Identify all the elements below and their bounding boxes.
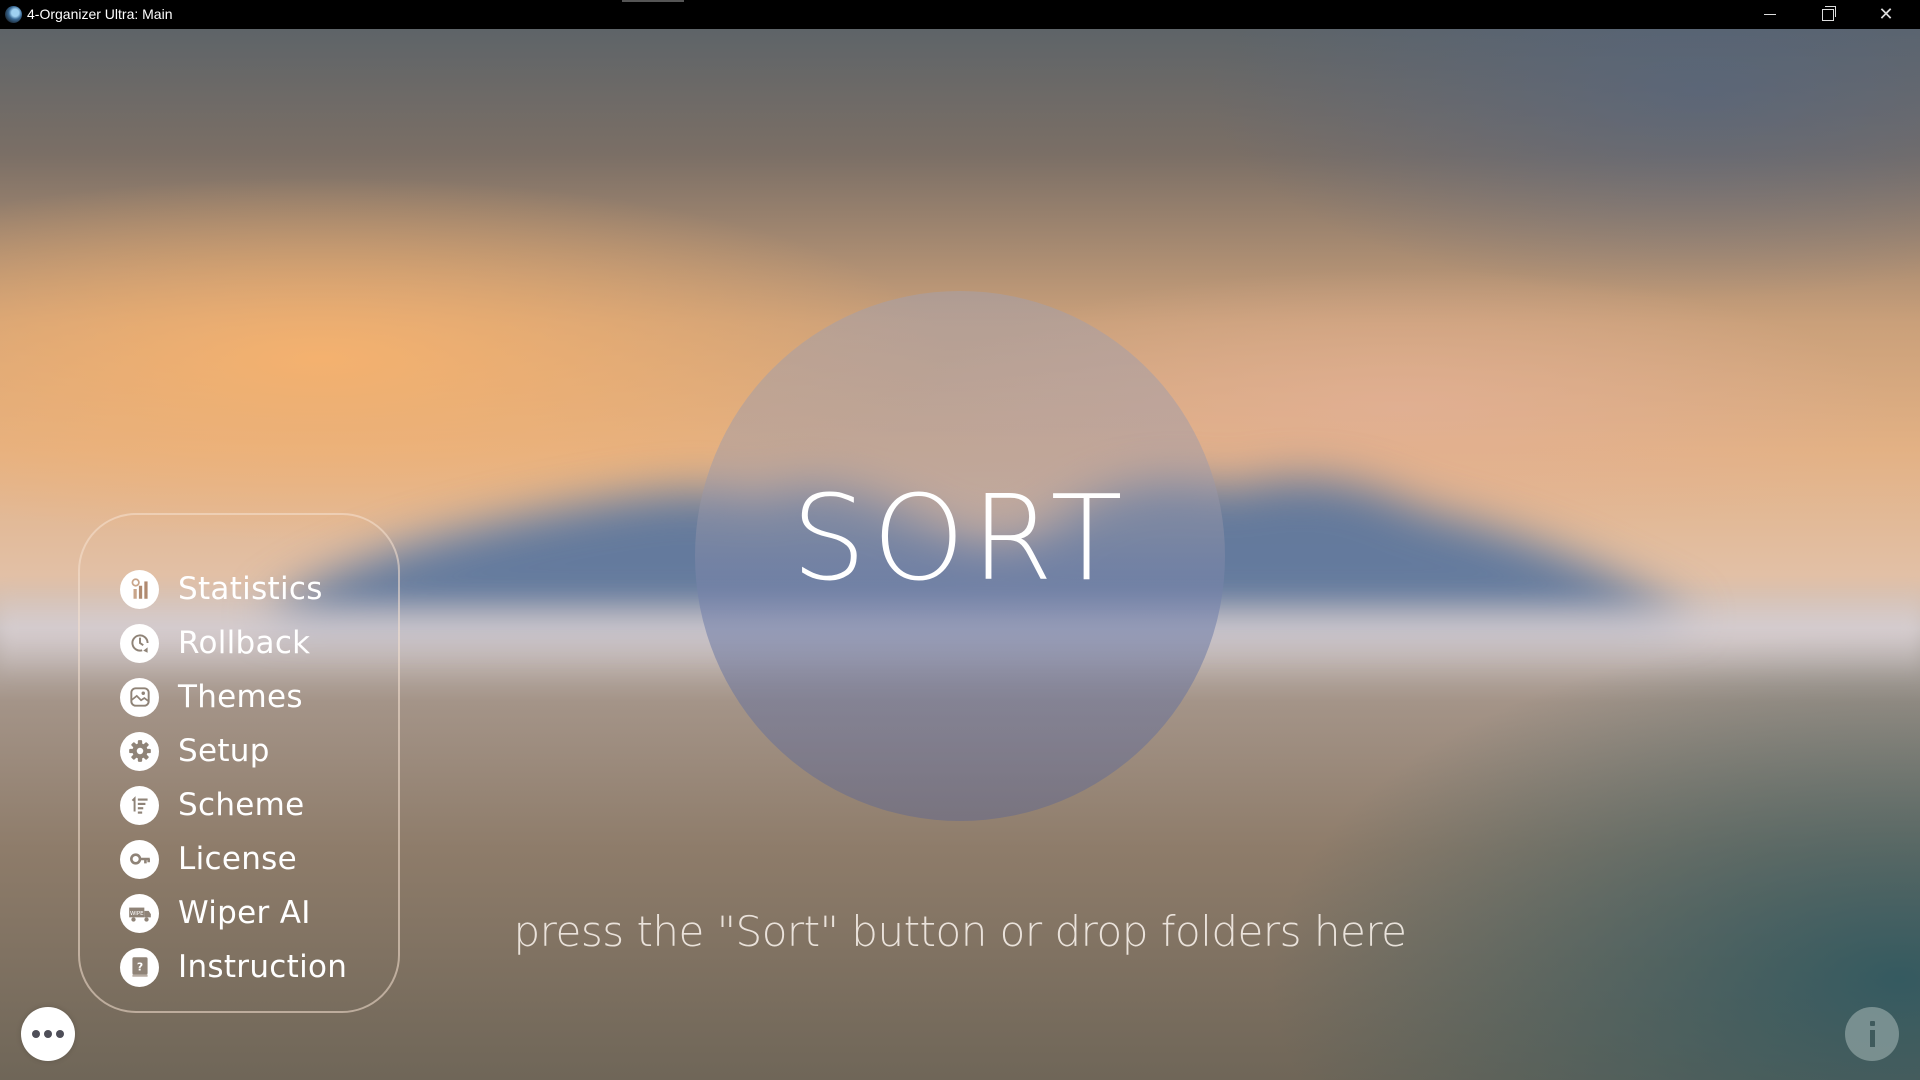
help-book-icon: ? <box>120 947 159 987</box>
rollback-clock-icon <box>120 623 159 663</box>
menu-item-scheme[interactable]: Scheme <box>120 783 305 827</box>
info-icon <box>1870 1021 1875 1026</box>
close-icon: ✕ <box>1878 3 1894 25</box>
menu-item-license[interactable]: License <box>120 837 297 881</box>
info-icon-stem <box>1870 1030 1875 1047</box>
svg-text:?: ? <box>136 960 142 973</box>
sort-button[interactable]: SORT <box>695 291 1225 821</box>
numbered-list-icon <box>120 785 159 825</box>
title-bar: 4-Organizer Ultra: Main ✕ <box>0 0 1920 29</box>
more-dots-icon <box>44 1030 52 1038</box>
info-button[interactable] <box>1845 1007 1899 1061</box>
more-dots-icon <box>32 1030 40 1038</box>
menu-item-setup[interactable]: Setup <box>120 729 270 773</box>
menu-item-label: Setup <box>178 733 270 769</box>
restore-icon <box>1822 5 1836 21</box>
minimize-button[interactable] <box>1741 0 1799 29</box>
menu-item-label: Instruction <box>178 949 348 985</box>
gear-icon <box>120 731 159 771</box>
drag-handle <box>622 0 684 2</box>
image-icon <box>120 677 159 717</box>
menu-item-themes[interactable]: Themes <box>120 675 303 719</box>
svg-text:WIPE: WIPE <box>129 911 143 917</box>
restore-button[interactable] <box>1799 0 1857 29</box>
side-menu: Statistics Rollback Themes Setup Scheme <box>78 513 400 1013</box>
app-logo-icon <box>5 6 22 23</box>
window-title: 4-Organizer Ultra: Main <box>27 6 173 22</box>
more-dots-icon <box>56 1030 64 1038</box>
menu-item-statistics[interactable]: Statistics <box>120 567 323 611</box>
menu-item-label: Rollback <box>178 625 311 661</box>
wipe-truck-icon: WIPE <box>120 893 159 933</box>
menu-item-rollback[interactable]: Rollback <box>120 621 310 665</box>
menu-item-label: Themes <box>178 679 303 715</box>
main-area[interactable]: SORT press the "Sort" button or drop fol… <box>0 29 1920 1080</box>
minimize-icon <box>1764 14 1776 15</box>
menu-item-label: Statistics <box>178 571 323 607</box>
bar-chart-icon <box>120 569 159 609</box>
menu-item-label: Wiper AI <box>178 895 311 931</box>
more-button[interactable] <box>21 1007 75 1061</box>
menu-item-label: Scheme <box>178 787 305 823</box>
close-button[interactable]: ✕ <box>1857 0 1915 29</box>
menu-item-wiper-ai[interactable]: WIPE Wiper AI <box>120 891 311 935</box>
menu-item-label: License <box>178 841 297 877</box>
menu-item-instruction[interactable]: ? Instruction <box>120 945 347 989</box>
sort-button-label: SORT <box>791 469 1129 607</box>
key-icon <box>120 839 159 879</box>
drop-hint: press the "Sort" button or drop folders … <box>513 907 1407 956</box>
